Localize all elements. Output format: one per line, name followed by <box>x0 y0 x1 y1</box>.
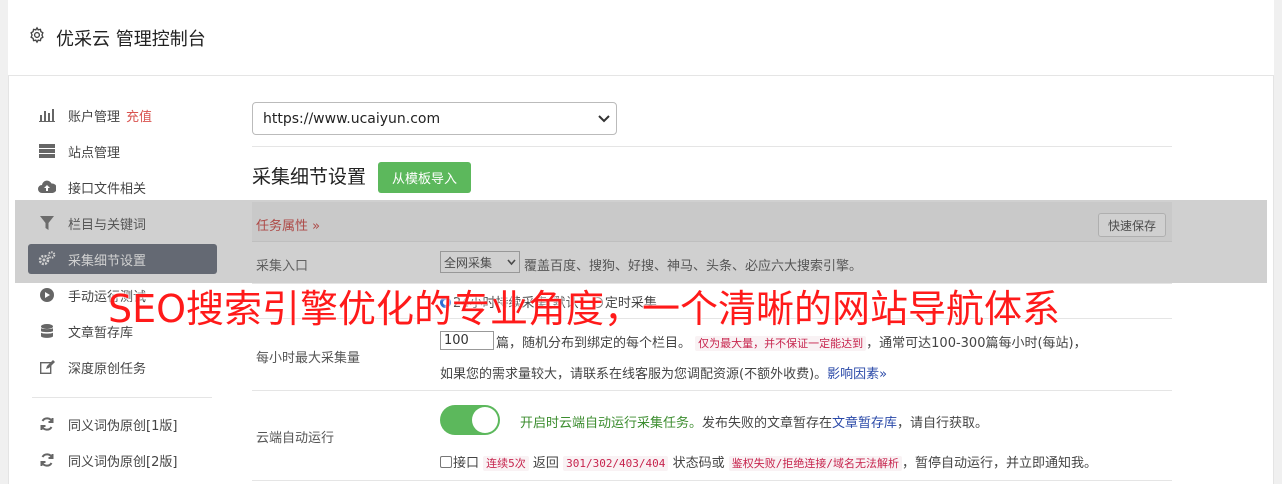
cloud-run-desc: 开启时云端自动运行采集任务。发布失败的文章暂存在文章暂存库，请自行获取。 <box>520 412 988 431</box>
sidebar-item-label: 接口文件相关 <box>68 181 147 197</box>
cloud-upload-icon <box>38 179 56 195</box>
page-title: 优采云 管理控制台 <box>56 29 206 50</box>
sidebar-item-account[interactable]: 账户管理 充值 <box>28 100 217 130</box>
max-note-code: 仅为最大量，并不保证一定能达到 <box>695 336 867 351</box>
play-circle-icon <box>38 287 56 303</box>
import-template-button[interactable]: 从模板导入 <box>378 162 471 193</box>
collect-entry-select[interactable]: 全网采集 <box>440 251 520 273</box>
watermark-caption: SEO搜索引擎优化的专业角度，一个清晰的网站导航体系 <box>108 287 1061 331</box>
quick-save-button[interactable]: 快速保存 <box>1098 213 1166 237</box>
row-divider <box>252 390 1172 391</box>
factors-link[interactable]: 影响因素» <box>827 367 887 382</box>
notify-check-label: 接口 <box>453 456 480 471</box>
article-store-link[interactable]: 文章暂存库 <box>832 416 897 431</box>
refresh-icon <box>38 452 56 468</box>
row-divider <box>252 480 1172 481</box>
refresh-icon <box>38 416 56 432</box>
notify-checkbox[interactable] <box>440 456 452 468</box>
section-title: 采集细节设置 <box>252 166 367 188</box>
sidebar-divider <box>32 397 212 398</box>
chevron-down-icon <box>598 115 610 123</box>
sidebar-item-synonym-v2[interactable]: 同义词伪原创[2版] <box>28 445 217 475</box>
code-auth-fail: 鉴权失败/拒绝连接/域名无法解析 <box>728 456 902 471</box>
sidebar-item-label: 采集细节设置 <box>68 253 147 269</box>
site-select[interactable]: https://www.ucaiyun.com <box>252 102 617 135</box>
filter-icon <box>38 215 56 231</box>
chevron-down-icon <box>507 259 516 266</box>
max-per-hour-text3: 如果您的需求量较大，请联系在线客服为您调配资源(不额外收费)。 <box>440 367 828 382</box>
top-bar: 优采云 管理控制台 <box>8 0 1274 76</box>
cloud-run-label: 云端自动运行 <box>256 431 335 446</box>
max-per-hour-input[interactable]: 100 <box>440 331 494 350</box>
sidebar-item-sites[interactable]: 站点管理 <box>28 136 217 166</box>
task-attr-bar: 任务属性 » 快速保存 <box>252 202 1172 242</box>
notify-text4: 状态码或 <box>672 456 725 471</box>
bar-chart-icon <box>38 107 56 123</box>
gear-icon <box>30 26 44 44</box>
task-attr-toggle[interactable]: 任务属性 » <box>256 215 320 234</box>
sidebar-item-keywords[interactable]: 栏目与关键词 <box>28 208 217 238</box>
cloud-run-text2: ，请自行获取。 <box>897 416 989 431</box>
max-per-hour-label: 每小时最大采集量 <box>256 351 361 366</box>
max-per-hour-text1: 篇，随机分布到绑定的每个栏目。 <box>496 336 692 351</box>
server-icon <box>38 143 56 159</box>
cloud-run-notify: 接口 连续5次 返回 301/302/403/404 状态码或 鉴权失败/拒绝连… <box>440 452 1097 471</box>
sidebar-item-deep-original[interactable]: 深度原创任务 <box>28 352 217 382</box>
collect-entry-label: 采集入口 <box>256 259 309 274</box>
database-icon <box>38 323 56 339</box>
max-per-hour-desc2: 如果您的需求量较大，请联系在线客服为您调配资源(不额外收费)。影响因素» <box>440 363 887 382</box>
code-status-codes: 301/302/403/404 <box>563 456 669 471</box>
max-per-hour-desc: 篇，随机分布到绑定的每个栏目。 仅为最大量，并不保证一定能达到 ，通常可达100-… <box>496 332 1087 351</box>
cloud-run-text1: 发布失败的文章暂存在 <box>702 416 833 431</box>
edit-icon <box>38 359 56 375</box>
gears-icon <box>38 251 56 267</box>
sidebar-item-interface[interactable]: 接口文件相关 <box>28 172 217 202</box>
sidebar-item-label: 栏目与关键词 <box>68 217 147 233</box>
sidebar-item-label: 同义词伪原创[1版] <box>68 418 178 434</box>
sidebar-item-collect-settings[interactable]: 采集细节设置 <box>28 244 217 274</box>
collect-entry-select-value: 全网采集 <box>444 255 493 270</box>
notify-text5: ，暂停自动运行，并立即通知我。 <box>901 456 1097 471</box>
collect-entry-desc: 覆盖百度、搜狗、好搜、神马、头条、必应六大搜索引擎。 <box>524 259 863 274</box>
notify-text3: 返回 <box>532 456 559 471</box>
cloud-run-toggle[interactable] <box>440 405 500 435</box>
sidebar-item-label: 深度原创任务 <box>68 361 147 377</box>
site-select-value: https://www.ucaiyun.com <box>263 110 441 127</box>
divider <box>252 146 1172 147</box>
sidebar-item-synonym-v1[interactable]: 同义词伪原创[1版] <box>28 409 217 439</box>
sidebar-item-label: 同义词伪原创[2版] <box>68 454 178 470</box>
toggle-knob <box>472 407 498 433</box>
max-per-hour-text2: ，通常可达100-300篇每小时(每站)， <box>866 336 1087 351</box>
sidebar-item-label: 站点管理 <box>68 145 121 161</box>
cloud-run-on-text: 开启时云端自动运行采集任务。 <box>520 416 703 431</box>
sidebar-item-label: 账户管理 <box>68 109 121 125</box>
recharge-link[interactable]: 充值 <box>126 106 152 125</box>
code-5-times: 连续5次 <box>483 456 529 471</box>
